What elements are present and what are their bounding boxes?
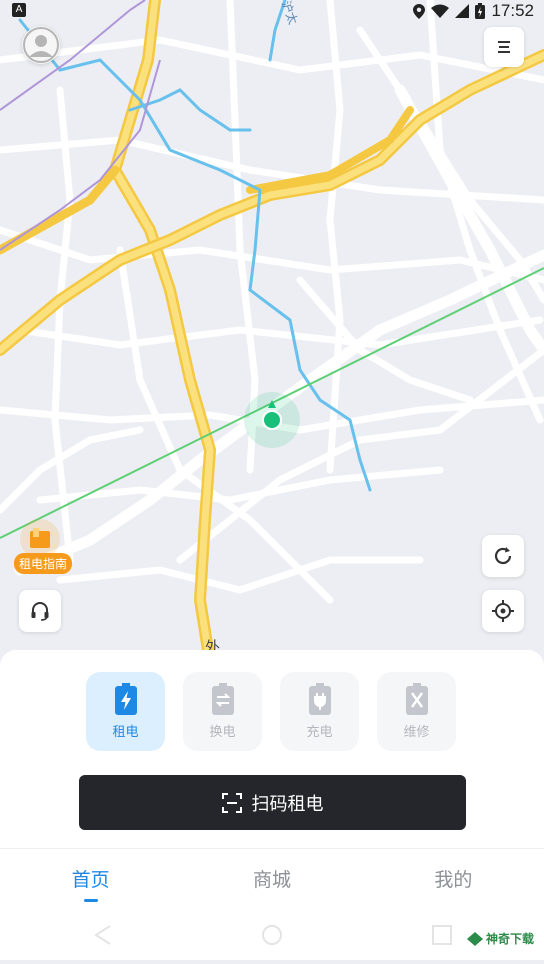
map-view[interactable]: 沪太 外 [0,0,544,650]
menu-icon [498,41,510,53]
scan-rent-label: 扫码租电 [251,793,324,815]
menu-button[interactable] [484,27,524,67]
service-grid: 租电 换电 充电 维修 [86,672,456,751]
battery-bolt-icon [114,683,137,715]
service-charge[interactable]: 充电 [280,672,359,751]
current-location-dot [262,410,282,430]
rental-guide-button[interactable]: 租电指南 [14,519,73,575]
location-status-icon [413,3,426,19]
recents-icon [432,925,452,945]
locate-icon [492,600,514,622]
customer-service-button[interactable] [19,590,61,632]
scan-icon [221,792,242,813]
bottom-tab-bar: 首页 商城 我的 [0,848,544,911]
signal-icon [455,4,470,18]
status-bar: A 17:52 [0,0,544,22]
road-label-bottom: 外 [205,638,221,650]
battery-repair-icon [405,683,428,715]
service-repair[interactable]: 维修 [377,672,456,751]
refresh-icon [494,547,512,565]
locate-button[interactable] [482,590,524,632]
watermark: 神奇下载 [466,930,534,947]
battery-swap-icon [211,683,234,715]
user-icon [23,27,59,63]
battery-plug-icon [308,683,331,715]
scan-rent-button[interactable]: 扫码租电 [79,775,466,830]
tab-mine[interactable]: 我的 [363,849,544,911]
system-nav-bar: 神奇下载 [0,910,544,960]
tab-mall[interactable]: 商城 [181,849,362,911]
notification-icon: A [12,3,26,17]
guide-book-icon [30,528,50,548]
refresh-button[interactable] [482,535,524,577]
service-rent[interactable]: 租电 [86,672,165,751]
guide-label: 租电指南 [14,553,73,574]
tab-home[interactable]: 首页 [0,849,181,911]
system-nav-icons [94,925,452,945]
battery-icon [475,3,486,19]
back-icon [94,925,111,945]
clock: 17:52 [491,1,534,20]
map-canvas [0,0,544,650]
headset-icon [31,602,49,621]
watermark-logo-icon [466,931,483,946]
wifi-icon [431,4,450,18]
home-icon [262,925,282,945]
avatar[interactable] [22,26,60,64]
service-swap[interactable]: 换电 [183,672,262,751]
